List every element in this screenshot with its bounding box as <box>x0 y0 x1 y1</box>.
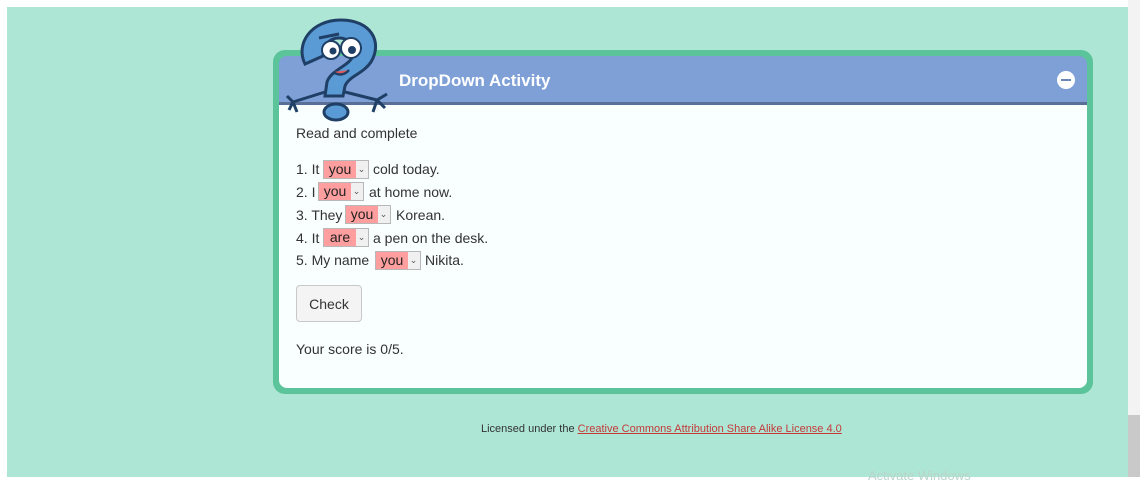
chevron-down-icon: ⌄ <box>379 209 388 219</box>
question-5-prefix: 5. My name <box>296 252 370 268</box>
chevron-down-icon: ⌄ <box>357 164 366 174</box>
question-4-dropdown[interactable]: are ⌄ <box>323 228 369 247</box>
question-4-prefix: 4. It <box>296 230 320 246</box>
question-2-selected: you <box>319 183 351 200</box>
license-prefix: Licensed under the <box>481 423 578 435</box>
question-4-suffix: a pen on the desk. <box>373 230 489 246</box>
windows-activation-watermark: Activate Windows <box>868 468 971 483</box>
chevron-down-icon: ⌄ <box>352 186 361 196</box>
score-text: Your score is 0/5. <box>296 341 404 357</box>
question-5-dropdown[interactable]: you ⌄ <box>375 251 421 270</box>
question-2-prefix: 2. I <box>296 184 316 200</box>
question-3-suffix: Korean. <box>396 207 446 223</box>
scrollbar-track[interactable] <box>1128 0 1140 477</box>
question-5-suffix: Nikita. <box>425 252 464 268</box>
question-1-selected: you <box>324 161 356 178</box>
check-button[interactable]: Check <box>296 285 362 322</box>
question-3-selected: you <box>346 206 378 223</box>
minimize-button[interactable] <box>1057 71 1075 89</box>
question-1-dropdown[interactable]: you ⌄ <box>323 160 369 179</box>
question-1-suffix: cold today. <box>373 161 440 177</box>
question-5-selected: you <box>376 252 408 269</box>
question-mark-mascot-icon <box>285 18 388 122</box>
chevron-down-icon: ⌄ <box>409 255 418 265</box>
instruction-text: Read and complete <box>296 125 418 141</box>
license-footer: Licensed under the Creative Commons Attr… <box>481 423 842 435</box>
question-3-dropdown[interactable]: you ⌄ <box>345 205 391 224</box>
question-4-selected: are <box>324 229 356 246</box>
scrollbar-thumb[interactable] <box>1128 415 1140 477</box>
chevron-down-icon: ⌄ <box>357 232 366 242</box>
question-2-dropdown[interactable]: you ⌄ <box>318 182 364 201</box>
question-2-suffix: at home now. <box>369 184 453 200</box>
activity-title: DropDown Activity <box>399 71 551 90</box>
question-1-prefix: 1. It <box>296 161 320 177</box>
license-link[interactable]: Creative Commons Attribution Share Alike… <box>578 423 842 435</box>
question-3-prefix: 3. They <box>296 207 343 223</box>
